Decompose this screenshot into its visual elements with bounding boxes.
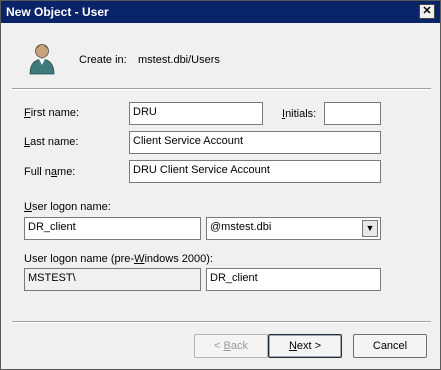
initials-field[interactable] <box>324 102 381 125</box>
domain-select-value: @mstest.dbi <box>210 221 272 233</box>
last-name-label: Last name: <box>24 136 79 148</box>
new-object-user-dialog: New Object - User ✕ Create in: mstest.db… <box>0 0 441 370</box>
next-button[interactable]: Next > <box>268 334 342 358</box>
initials-label: Initials: <box>282 108 317 120</box>
logon-name-label: User logon name: <box>24 201 111 213</box>
close-icon[interactable]: ✕ <box>419 4 435 19</box>
first-name-label: First name: <box>24 107 80 119</box>
last-name-field[interactable]: Client Service Account <box>129 131 381 154</box>
create-in-path: mstest.dbi/Users <box>138 54 220 66</box>
logon-name-field[interactable]: DR_client <box>24 217 201 240</box>
cancel-button[interactable]: Cancel <box>353 334 427 358</box>
back-button[interactable]: < Back <box>194 334 268 358</box>
footer-divider <box>12 321 431 323</box>
create-in-label: Create in: <box>79 54 127 66</box>
first-name-field[interactable]: DRU <box>129 102 263 125</box>
pre2000-label: User logon name (pre-Windows 2000): <box>24 253 213 265</box>
domain-select[interactable]: @mstest.dbi ▼ <box>206 217 381 240</box>
window-title: New Object - User <box>6 5 109 19</box>
pre2000-domain-prefix: MSTEST\ <box>24 268 201 291</box>
full-name-label: Full name: <box>24 166 76 178</box>
pre2000-logon-field[interactable]: DR_client <box>206 268 381 291</box>
title-bar: New Object - User ✕ <box>1 1 440 23</box>
full-name-field[interactable]: DRU Client Service Account <box>129 160 381 183</box>
user-icon <box>29 44 55 75</box>
header-divider <box>12 88 431 90</box>
dropdown-arrow-icon[interactable]: ▼ <box>362 220 378 237</box>
